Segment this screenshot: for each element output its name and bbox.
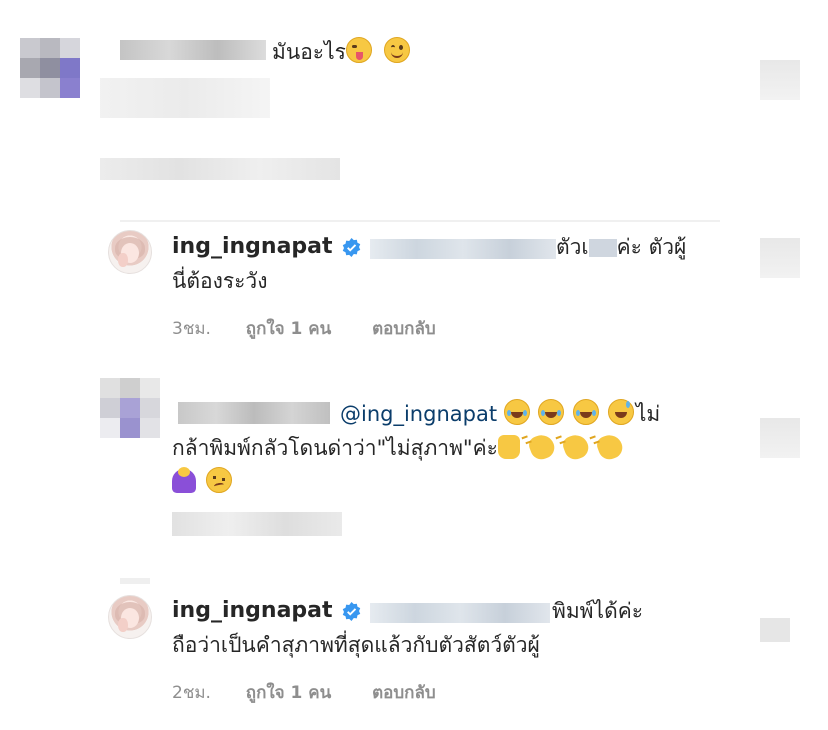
verified-badge-icon xyxy=(342,602,361,621)
avatar[interactable] xyxy=(108,230,152,274)
rolling-laughing-icon xyxy=(503,399,530,425)
username[interactable]: ing_ingnapat xyxy=(172,234,333,259)
blurred-like-button[interactable] xyxy=(760,60,800,100)
likes-count[interactable]: ถูกใจ 1 คน xyxy=(246,319,332,339)
clapping-hands-icon xyxy=(560,431,592,463)
blurred-avatar xyxy=(100,378,160,438)
avatar[interactable] xyxy=(108,595,152,639)
verified-badge-icon xyxy=(342,238,361,257)
thumbs-up-icon xyxy=(497,435,520,459)
tears-of-joy-icon xyxy=(538,399,565,425)
woozy-face-icon xyxy=(206,467,232,493)
mention-link[interactable]: @ing_ingnapat xyxy=(340,402,497,426)
reply-button[interactable]: ตอบกลับ xyxy=(372,319,436,339)
blurred-text xyxy=(100,78,270,118)
comment-meta: 3ชม. ถูกใจ 1 คน ตอบกลับ xyxy=(172,315,436,342)
comment-text xyxy=(172,465,234,499)
rolling-laughing-icon xyxy=(573,399,600,425)
blurred-like-button[interactable] xyxy=(760,238,800,278)
comment-text: พิมพ์ได้ค่ะ xyxy=(552,599,644,623)
comment-text: ถือว่าเป็นคำสุภาพที่สุดแล้วกับตัวสัตว์ตั… xyxy=(172,633,540,657)
blurred-meta xyxy=(172,512,342,536)
username[interactable]: ing_ingnapat xyxy=(172,598,333,623)
blurred-mention xyxy=(370,239,556,259)
blurred-like-button[interactable] xyxy=(760,418,800,458)
likes-count[interactable]: ถูกใจ 1 คน xyxy=(246,683,332,703)
blurred-mention xyxy=(370,603,550,623)
divider-line xyxy=(120,220,720,222)
blurred-like-button[interactable] xyxy=(760,618,790,642)
divider-line xyxy=(120,578,150,584)
comment-text: ตัวเ ค่ะ ตัวผู้ xyxy=(556,235,687,259)
blurred-username xyxy=(120,40,266,60)
timestamp: 3ชม. xyxy=(172,319,211,339)
clapping-hands-icon xyxy=(526,431,558,463)
comment-text: มันอะไร xyxy=(272,35,412,69)
timestamp: 2ชม. xyxy=(172,683,211,703)
comment-text: @ing_ingnapat ไม่ xyxy=(340,397,660,431)
blurred-meta xyxy=(100,158,340,180)
comment-meta: 2ชม. ถูกใจ 1 คน ตอบกลับ xyxy=(172,679,436,706)
sweat-smile-icon xyxy=(607,399,634,425)
winking-face-tongue-icon xyxy=(345,37,372,63)
person-bowing-icon xyxy=(172,467,196,493)
reply-button[interactable]: ตอบกลับ xyxy=(372,683,436,703)
blurred-avatar xyxy=(20,38,80,98)
blurred-username xyxy=(178,402,330,424)
clapping-hands-icon xyxy=(594,431,626,463)
comment-text: กล้าพิมพ์กลัวโดนด่าว่า"ไม่สุภาพ"ค่ะ xyxy=(172,431,626,465)
smiling-face-icon xyxy=(383,37,410,63)
comment-text: นี่ต้องระวัง xyxy=(172,269,268,293)
